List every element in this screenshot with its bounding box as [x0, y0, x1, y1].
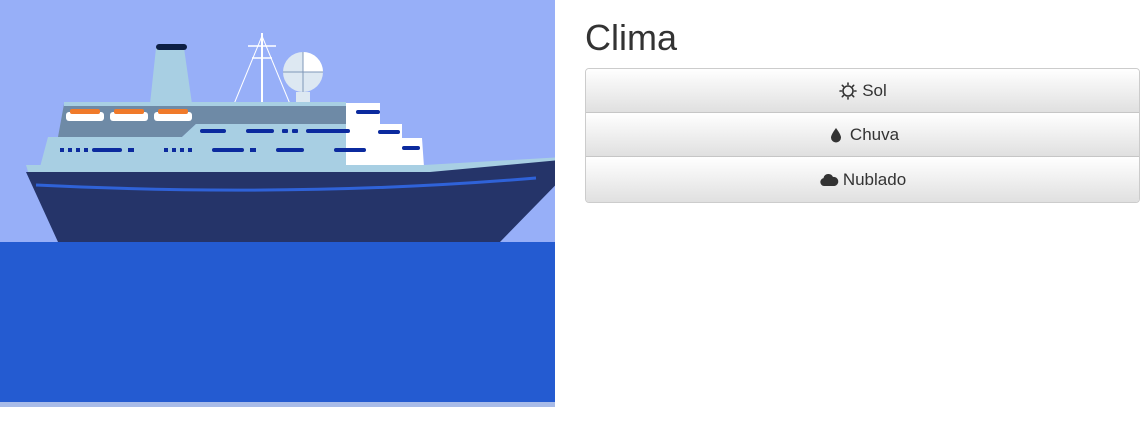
cloud-icon	[819, 170, 839, 190]
sun-button[interactable]: Sol	[586, 69, 1139, 113]
rain-button-label: Chuva	[849, 124, 900, 144]
sea	[0, 242, 555, 402]
sea-edge	[0, 402, 555, 407]
page-title: Clima	[585, 17, 678, 58]
rain-button[interactable]: Chuva	[586, 113, 1139, 157]
sun-button-label: Sol	[862, 80, 887, 100]
drop-icon	[826, 125, 846, 145]
weather-button-group: Sol Chuva Nublado	[585, 68, 1140, 203]
cloudy-button[interactable]: Nublado	[586, 157, 1139, 202]
weather-panel: Clima Sol Chuva Nublado	[585, 0, 1140, 203]
cloudy-button-label: Nublado	[842, 169, 907, 189]
sun-icon	[838, 81, 858, 101]
page: Clima Sol Chuva Nublado	[0, 0, 1145, 442]
weather-scene-image	[0, 0, 555, 407]
